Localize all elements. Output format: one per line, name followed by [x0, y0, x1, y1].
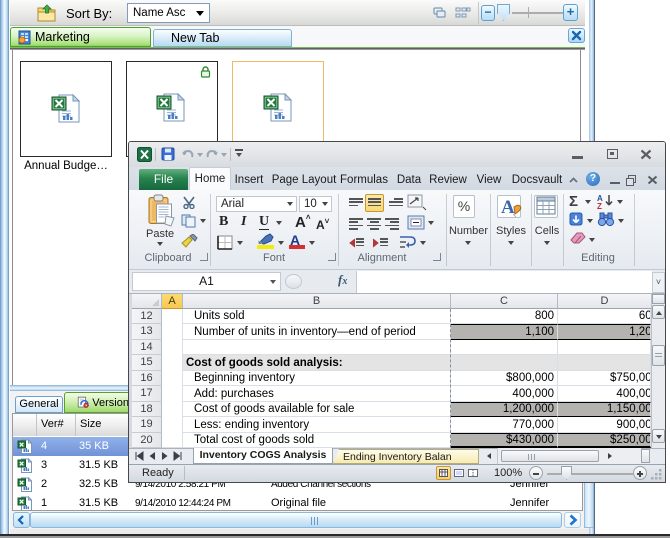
svg-text:A: A	[501, 197, 515, 218]
svg-text:Z: Z	[597, 202, 602, 210]
